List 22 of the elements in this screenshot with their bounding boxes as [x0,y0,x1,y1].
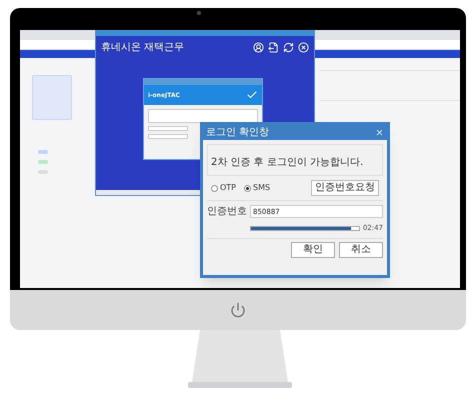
close-icon[interactable] [298,42,309,53]
window-title: 휴네시온 재택근무 [101,41,184,55]
code-label: 인증번호 [207,205,247,219]
user-icon[interactable] [253,42,264,53]
export-icon[interactable] [268,42,279,53]
id-field[interactable] [148,126,188,131]
dialog-title: 로그인 확인창 [206,126,270,140]
shield-check-icon [246,89,258,101]
dialog-button[interactable]: 취소 [339,242,383,258]
dialog-button[interactable]: 확인 [291,242,335,258]
radio-button[interactable] [244,184,252,192]
dashboard-card [32,75,72,120]
refresh-icon[interactable] [283,42,294,53]
power-icon[interactable] [230,302,246,318]
radio-label: SMS [253,182,270,194]
radio-label: OTP [220,182,236,194]
camera-icon [197,11,201,15]
request-code-button[interactable]: 인증번호요청 [311,180,379,196]
password-field[interactable] [148,134,188,139]
radio-button[interactable] [211,184,218,192]
message-text: 2차 인증 후 로그인이 가능합니다. [211,157,364,168]
close-icon[interactable] [375,128,384,137]
